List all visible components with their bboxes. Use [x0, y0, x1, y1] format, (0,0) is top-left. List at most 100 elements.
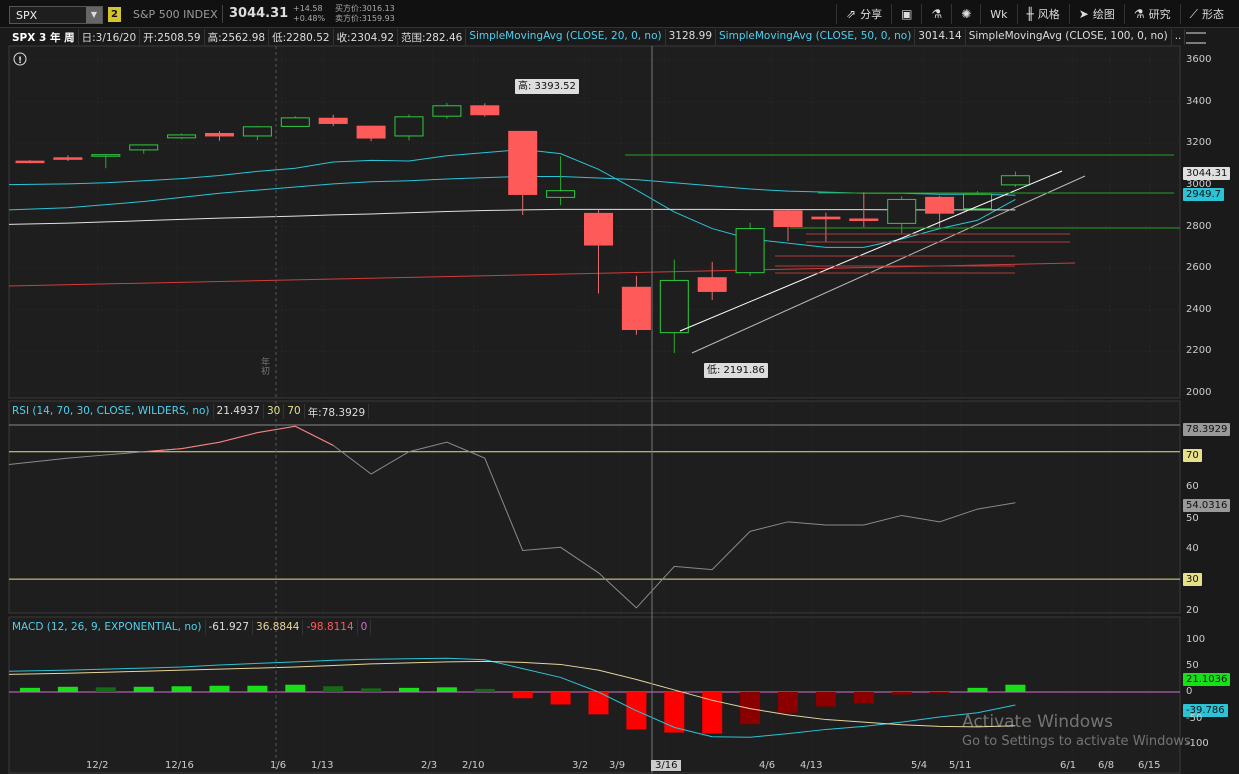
candle-body: [167, 134, 197, 139]
macd-zero: 0: [358, 620, 372, 635]
macd-header: MACD (12, 26, 9, EXPONENTIAL, no) -61.92…: [9, 620, 372, 635]
candle-body: [584, 212, 613, 246]
candle-body: [508, 130, 538, 195]
macd-histogram-bar: [247, 685, 268, 692]
rsi-axis-tag: 78.3929: [1183, 423, 1231, 436]
rsi-axis-tag: 70: [1183, 449, 1202, 462]
macd-axis-label: 0: [1186, 686, 1193, 697]
rsi-label[interactable]: RSI (14, 70, 30, CLOSE, WILDERS, no): [9, 404, 214, 419]
macd-histogram-bar: [967, 687, 988, 692]
rsi-axis-label: 50: [1186, 513, 1199, 524]
candle-body: [546, 190, 576, 198]
macd-histogram-bar: [95, 687, 116, 692]
macd-histogram-bar: [20, 687, 40, 692]
macd-histogram-bar: [550, 692, 571, 705]
sma-price-tag: 2949.7: [1183, 188, 1224, 201]
last-price-tag: 3044.31: [1183, 167, 1231, 180]
price-axis-label: 3600: [1186, 54, 1212, 65]
time-axis-label: 4/6: [759, 760, 776, 771]
time-axis-label: 12/16: [165, 760, 194, 771]
rsi-axis-label: 40: [1186, 543, 1199, 554]
time-axis-label: 3/2: [572, 760, 589, 771]
macd-histogram-bar: [361, 688, 382, 692]
time-axis-label: 12/2: [86, 760, 109, 771]
time-axis-label: 5/11: [949, 760, 972, 771]
macd-avg: 36.8844: [253, 620, 304, 635]
time-axis-label: 6/1: [1060, 760, 1077, 771]
macd-histogram-bar: [323, 686, 344, 692]
candle-body: [887, 198, 917, 224]
macd-histogram-bar: [815, 692, 836, 707]
watermark-line2: Go to Settings to activate Windows.: [962, 734, 1195, 749]
price-axis-label: 3200: [1186, 137, 1212, 149]
time-axis-label: 1/6: [270, 760, 287, 771]
high-annotation[interactable]: 高: 3393.52: [515, 79, 579, 94]
candle-body: [280, 117, 310, 127]
time-axis-label: 5/4: [911, 760, 928, 771]
macd-histogram-bar: [853, 692, 874, 704]
macd-hist-tag: 21.1036: [1183, 673, 1231, 686]
time-axis-label: 4/13: [800, 760, 823, 771]
price-axis-label: 2400: [1186, 303, 1212, 315]
candle-body: [811, 216, 841, 220]
time-axis-label: 2/3: [421, 760, 438, 771]
price-axis-label: 2800: [1186, 220, 1212, 232]
year-marker: 年初: [259, 357, 269, 375]
price-axis-label: 2000: [1186, 387, 1212, 398]
rsi-ob: 30: [264, 404, 285, 419]
rsi-axis-label: 60: [1186, 481, 1199, 492]
macd-histogram-bar: [929, 692, 950, 694]
watermark-line1: Activate Windows: [962, 712, 1113, 732]
rsi-axis-label: 20: [1186, 605, 1199, 616]
macd-histogram-bar: [209, 685, 230, 692]
time-axis-label: 2/10: [462, 760, 485, 771]
macd-axis-label: 50: [1186, 660, 1199, 671]
rsi-year: 年:78.3929: [305, 404, 370, 419]
macd-histogram-bar: [512, 692, 533, 699]
candle-body: [697, 277, 727, 292]
time-axis-label: 6/15: [1138, 760, 1161, 771]
activation-watermark: Activate Windows Go to Settings to activ…: [962, 712, 1195, 749]
macd-axis-label: 100: [1186, 634, 1206, 645]
macd-histogram-bar: [1005, 684, 1026, 692]
candle-body: [470, 105, 500, 116]
rsi-axis-tag: 54.0316: [1183, 499, 1231, 512]
time-axis-label: 6/8: [1098, 760, 1115, 771]
macd-histogram-bar: [57, 686, 78, 692]
candle-body: [15, 160, 45, 164]
candle-body: [129, 144, 159, 151]
macd-histogram-bar: [285, 684, 306, 692]
macd-histogram-bar: [778, 692, 798, 713]
price-axis-label: 2600: [1186, 262, 1212, 274]
candle-body: [356, 125, 386, 139]
candle-body: [925, 196, 955, 214]
rsi-header: RSI (14, 70, 30, CLOSE, WILDERS, no) 21.…: [9, 404, 370, 419]
candle-body: [318, 117, 348, 124]
rsi-axis-tag: 30: [1183, 573, 1202, 586]
candle-body: [773, 210, 803, 227]
macd-histogram-bar: [664, 692, 685, 733]
macd-diff: -98.8114: [303, 620, 358, 635]
rsi-panel[interactable]: [8, 400, 1181, 614]
macd-label[interactable]: MACD (12, 26, 9, EXPONENTIAL, no): [9, 620, 206, 635]
price-axis-label: 3400: [1186, 95, 1212, 107]
time-axis-label: 3/16: [651, 760, 682, 771]
candle-body: [849, 218, 879, 222]
macd-histogram-bar: [740, 692, 761, 725]
macd-histogram-bar: [399, 687, 419, 692]
candle-body: [91, 154, 121, 157]
time-axis-label: 1/13: [311, 760, 334, 771]
info-icon-glyph: !: [18, 56, 22, 66]
candle-body: [621, 286, 651, 331]
chart-canvas[interactable]: !: [0, 0, 1239, 774]
candle-body: [1000, 175, 1030, 186]
low-annotation[interactable]: 低: 2191.86: [704, 363, 768, 378]
candle-body: [735, 228, 765, 274]
candle-body: [432, 105, 462, 117]
macd-histogram-bar: [171, 686, 192, 692]
candle-body: [394, 116, 424, 137]
candle-body: [205, 132, 234, 137]
rsi-os: 70: [284, 404, 305, 419]
rsi-value: 21.4937: [214, 404, 264, 419]
price-axis-label: 2200: [1186, 345, 1212, 357]
